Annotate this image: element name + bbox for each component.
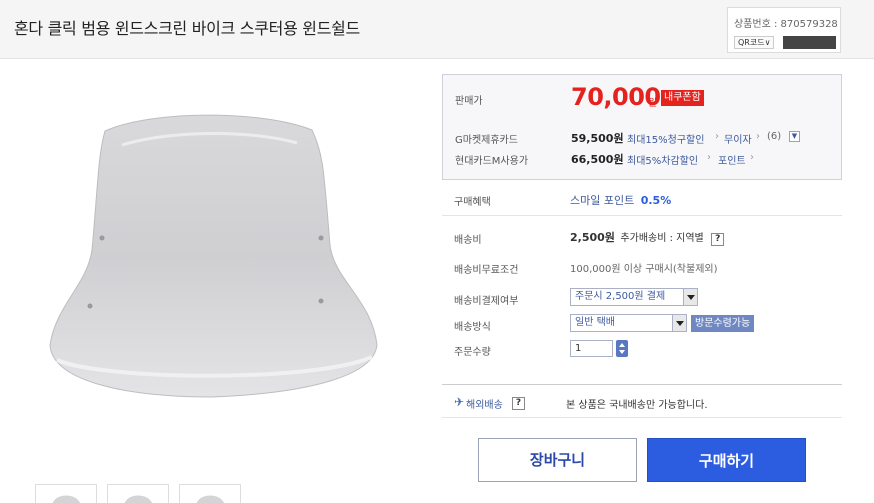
buy-now-button[interactable]: 구매하기 <box>647 438 806 482</box>
shipping-fee-label: 배송비 <box>454 235 482 246</box>
divider <box>442 215 842 216</box>
product-thumbnail[interactable] <box>107 484 169 503</box>
help-icon[interactable]: ? <box>512 397 525 410</box>
benefit-label: 구매혜택 <box>454 197 491 208</box>
card-discount-hyundai[interactable]: 최대5%차감할인 <box>627 152 698 167</box>
product-code-box: 상품번호 : 870579328 QR코드∨ <box>727 7 841 53</box>
chevron-right-icon: › <box>707 152 711 163</box>
product-thumbnail[interactable] <box>179 484 241 503</box>
dropdown-arrow-icon <box>672 315 686 331</box>
installment-count: (6) <box>767 131 782 142</box>
chevron-right-icon: › <box>750 152 754 163</box>
qr-code-redacted <box>783 36 836 49</box>
chevron-down-icon: ▼ <box>791 132 798 140</box>
card-label-hyundai: 현대카드M사용가 <box>455 156 529 167</box>
product-header: 혼다 클릭 범용 윈드스크린 바이크 스쿠터용 윈드쉴드 상품번호 : 8705… <box>0 0 874 59</box>
shipping-fee-extra: 추가배송비 : 지역별 <box>620 233 704 244</box>
chevron-down-icon: ∨ <box>764 38 771 47</box>
thumbnail-image <box>52 495 80 503</box>
add-to-cart-button[interactable]: 장바구니 <box>478 438 637 482</box>
shipping-fee: 2,500원 추가배송비 : 지역별 ? <box>570 229 725 246</box>
quantity-input[interactable]: 1 <box>570 340 613 357</box>
shipping-payment-select[interactable]: 주문시 2,500원 결제 <box>570 288 698 306</box>
windshield-image <box>49 114 378 398</box>
card-discount-gmarket[interactable]: 최대15%청구할인 <box>627 131 704 146</box>
shipping-payment-label: 배송비결제여부 <box>454 296 519 307</box>
chevron-right-icon: › <box>715 131 719 142</box>
qr-code-label: QR코드 <box>738 38 765 47</box>
thumbnail-image <box>196 495 224 503</box>
quantity-label: 주문수량 <box>454 347 491 358</box>
free-shipping-label: 배송비무료조건 <box>454 265 519 276</box>
shipping-fee-value: 2,500원 <box>570 231 615 244</box>
qr-code-button[interactable]: QR코드∨ <box>734 36 775 49</box>
airplane-icon: ✈ <box>454 395 465 409</box>
expand-toggle[interactable]: ▼ <box>789 131 800 142</box>
card-label-gmarket: G마켓제휴카드 <box>455 135 518 146</box>
product-title: 혼다 클릭 범용 윈드스크린 바이크 스쿠터용 윈드쉴드 <box>14 19 360 38</box>
card-price-hyundai: 66,500원 <box>571 153 624 166</box>
price-label: 판매가 <box>455 96 483 107</box>
shipping-method-select[interactable]: 일반 택배 <box>570 314 687 332</box>
chevron-right-icon: › <box>756 131 760 142</box>
quantity-stepper[interactable] <box>616 340 628 357</box>
shipping-method-value: 일반 택배 <box>575 317 615 328</box>
my-coupon-badge[interactable]: 내쿠폰함 <box>661 90 704 106</box>
shipping-payment-value: 주문시 2,500원 결제 <box>575 291 666 302</box>
product-thumbnail[interactable] <box>35 484 97 503</box>
card-price-gmarket: 59,500원 <box>571 132 624 145</box>
product-code: 상품번호 : 870579328 <box>734 19 838 30</box>
help-icon[interactable]: ? <box>711 233 725 246</box>
installment-link[interactable]: 무이자 <box>724 131 752 146</box>
thumbnail-image <box>124 495 152 503</box>
price-box: 판매가 70,000 원 내쿠폰함 G마켓제휴카드 59,500원 최대15%청… <box>442 74 842 180</box>
smile-point-percent: 0.5% <box>640 194 672 207</box>
dropdown-arrow-icon <box>683 289 697 305</box>
price-unit: 원 <box>648 98 658 109</box>
free-shipping-condition: 100,000원 이상 구매시(착불제외) <box>570 264 718 275</box>
overseas-label: 해외배송 <box>466 400 503 411</box>
visit-pickup-badge[interactable]: 방문수령가능 <box>691 315 755 332</box>
point-link[interactable]: 포인트 <box>718 152 746 167</box>
overseas-text: 본 상품은 국내배송만 가능합니다. <box>566 400 708 411</box>
smile-point-label: 스마일 포인트 <box>570 194 635 207</box>
shipping-method-label: 배송방식 <box>454 322 491 333</box>
product-main-image[interactable] <box>12 75 410 473</box>
overseas-shipping-row: ✈ 해외배송 ? 본 상품은 국내배송만 가능합니다. <box>442 384 842 418</box>
benefit-value[interactable]: 스마일 포인트 0.5% <box>570 192 671 208</box>
